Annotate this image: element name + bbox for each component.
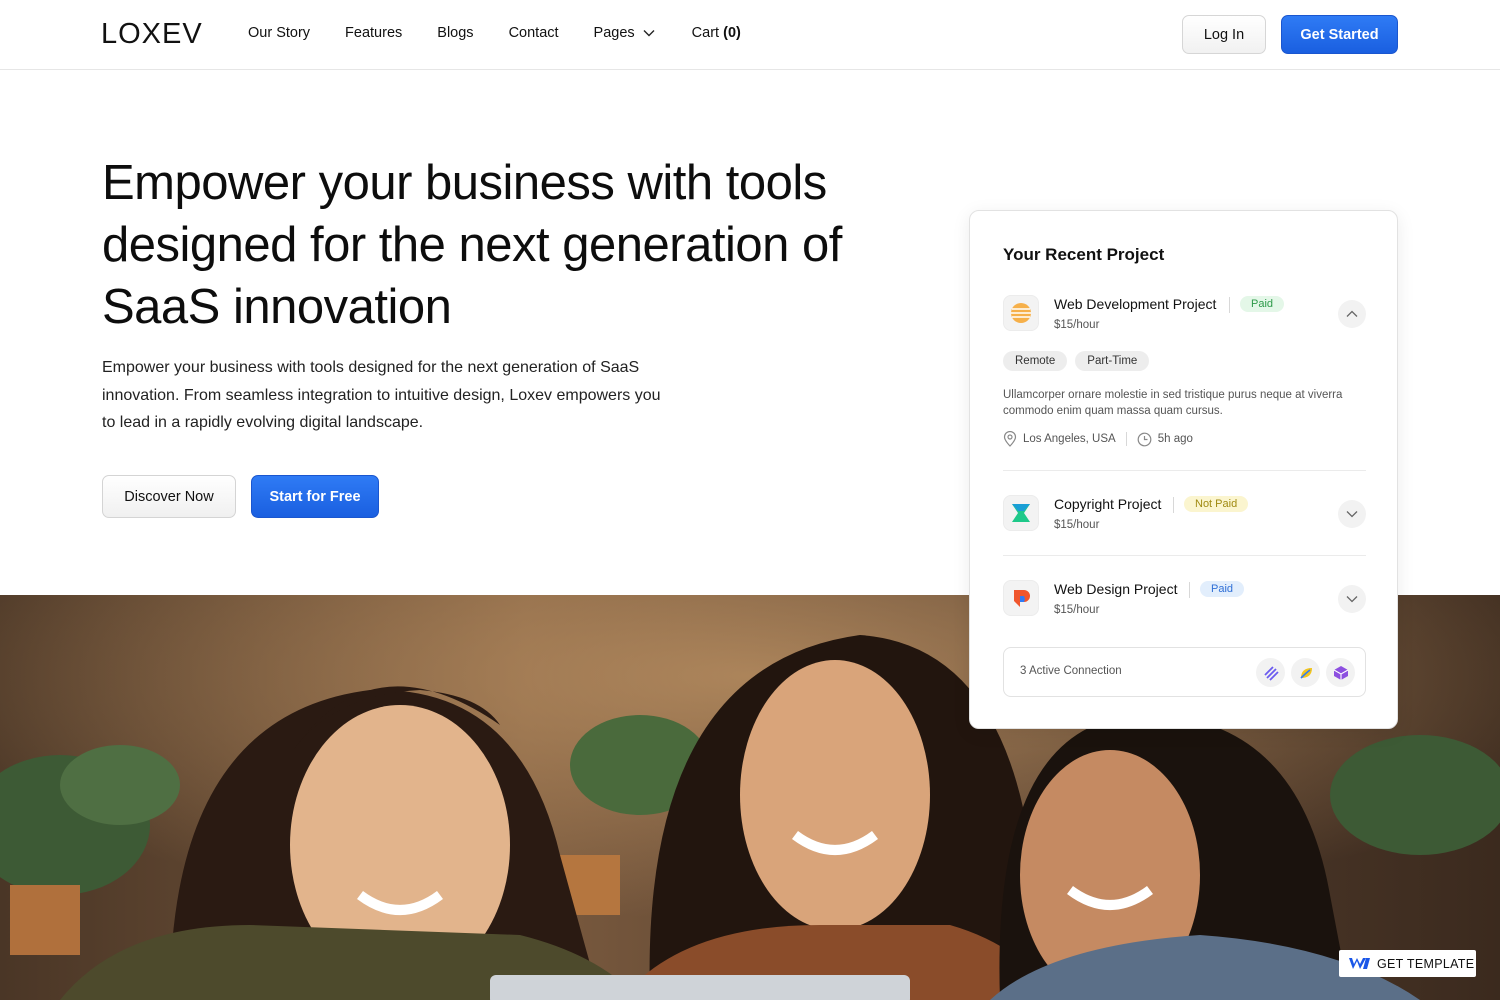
location-pin-icon <box>1003 431 1017 447</box>
hero-title: Empower your business with tools designe… <box>102 156 842 334</box>
nav-link-our-story[interactable]: Our Story <box>248 25 310 41</box>
hero-description: Empower your business with tools designe… <box>102 359 661 431</box>
project-rate: $15/hour <box>1054 604 1100 616</box>
sunburst-logo-icon <box>1003 295 1039 331</box>
project-tags: Remote Part-Time <box>1003 351 1157 371</box>
collapse-toggle[interactable] <box>1338 300 1366 328</box>
logo[interactable]: LOXEV <box>101 18 203 51</box>
recent-project-card: Your Recent Project Web Development Proj… <box>969 210 1398 729</box>
cart-count: (0) <box>723 25 741 41</box>
project-meta: Los Angeles, USA 5h ago <box>1003 431 1193 447</box>
divider <box>1229 297 1230 313</box>
tag-remote: Remote <box>1003 351 1068 371</box>
login-button[interactable]: Log In <box>1182 15 1266 54</box>
project-rate: $15/hour <box>1054 519 1100 531</box>
nav-link-features[interactable]: Features <box>345 25 402 41</box>
cube-app-icon <box>1326 658 1355 687</box>
clock-icon <box>1137 432 1152 447</box>
tag-part-time: Part-Time <box>1075 351 1150 371</box>
status-badge: Paid <box>1240 296 1285 312</box>
chevron-down-icon <box>643 29 655 37</box>
status-badge: Not Paid <box>1184 496 1249 512</box>
card-divider <box>1003 470 1366 471</box>
start-for-free-button[interactable]: Start for Free <box>251 475 379 518</box>
shape-logo-icon <box>1003 580 1039 616</box>
chevron-up-icon <box>1346 310 1358 317</box>
get-template-button[interactable]: GET TEMPLATE <box>1339 950 1476 977</box>
divider <box>1173 497 1174 513</box>
get-template-label: GET TEMPLATE <box>1377 956 1475 971</box>
card-divider <box>1003 555 1366 556</box>
leaf-app-icon <box>1291 658 1320 687</box>
connection-avatars <box>1250 658 1355 687</box>
project-time: 5h ago <box>1157 433 1193 445</box>
main-menu: Our Story Features Blogs Contact Pages C… <box>248 25 741 41</box>
active-connections[interactable]: 3 Active Connection <box>1003 647 1366 697</box>
get-started-button[interactable]: Get Started <box>1281 15 1398 54</box>
status-badge: Paid <box>1200 581 1245 597</box>
expand-toggle[interactable] <box>1338 500 1366 528</box>
hourglass-logo-icon <box>1003 495 1039 531</box>
chevron-down-icon <box>1346 511 1358 518</box>
nav-link-contact[interactable]: Contact <box>509 25 559 41</box>
stripes-app-icon <box>1256 658 1285 687</box>
cart-label: Cart <box>691 25 720 41</box>
top-nav: LOXEV Our Story Features Blogs Contact P… <box>0 0 1500 70</box>
connections-label: 3 Active Connection <box>1020 665 1122 677</box>
nav-dropdown-pages[interactable]: Pages <box>594 25 655 41</box>
project-name: Copyright Project <box>1054 496 1162 512</box>
project-name: Web Development Project <box>1054 296 1217 312</box>
divider <box>1125 432 1127 446</box>
expand-toggle[interactable] <box>1338 585 1366 613</box>
card-title: Your Recent Project <box>1003 245 1165 264</box>
project-location: Los Angeles, USA <box>1023 433 1116 445</box>
chevron-down-icon <box>1346 596 1358 603</box>
project-name: Web Design Project <box>1054 581 1178 597</box>
webflow-logo-icon <box>1349 957 1370 970</box>
nav-dropdown-pages-label: Pages <box>593 25 635 41</box>
discover-now-button[interactable]: Discover Now <box>102 475 236 518</box>
cart-link[interactable]: Cart (0) <box>692 25 741 41</box>
divider <box>1189 582 1190 598</box>
nav-link-blogs[interactable]: Blogs <box>437 25 473 41</box>
project-rate: $15/hour <box>1054 319 1100 331</box>
project-description: Ullamcorper ornare molestie in sed trist… <box>1003 389 1343 417</box>
